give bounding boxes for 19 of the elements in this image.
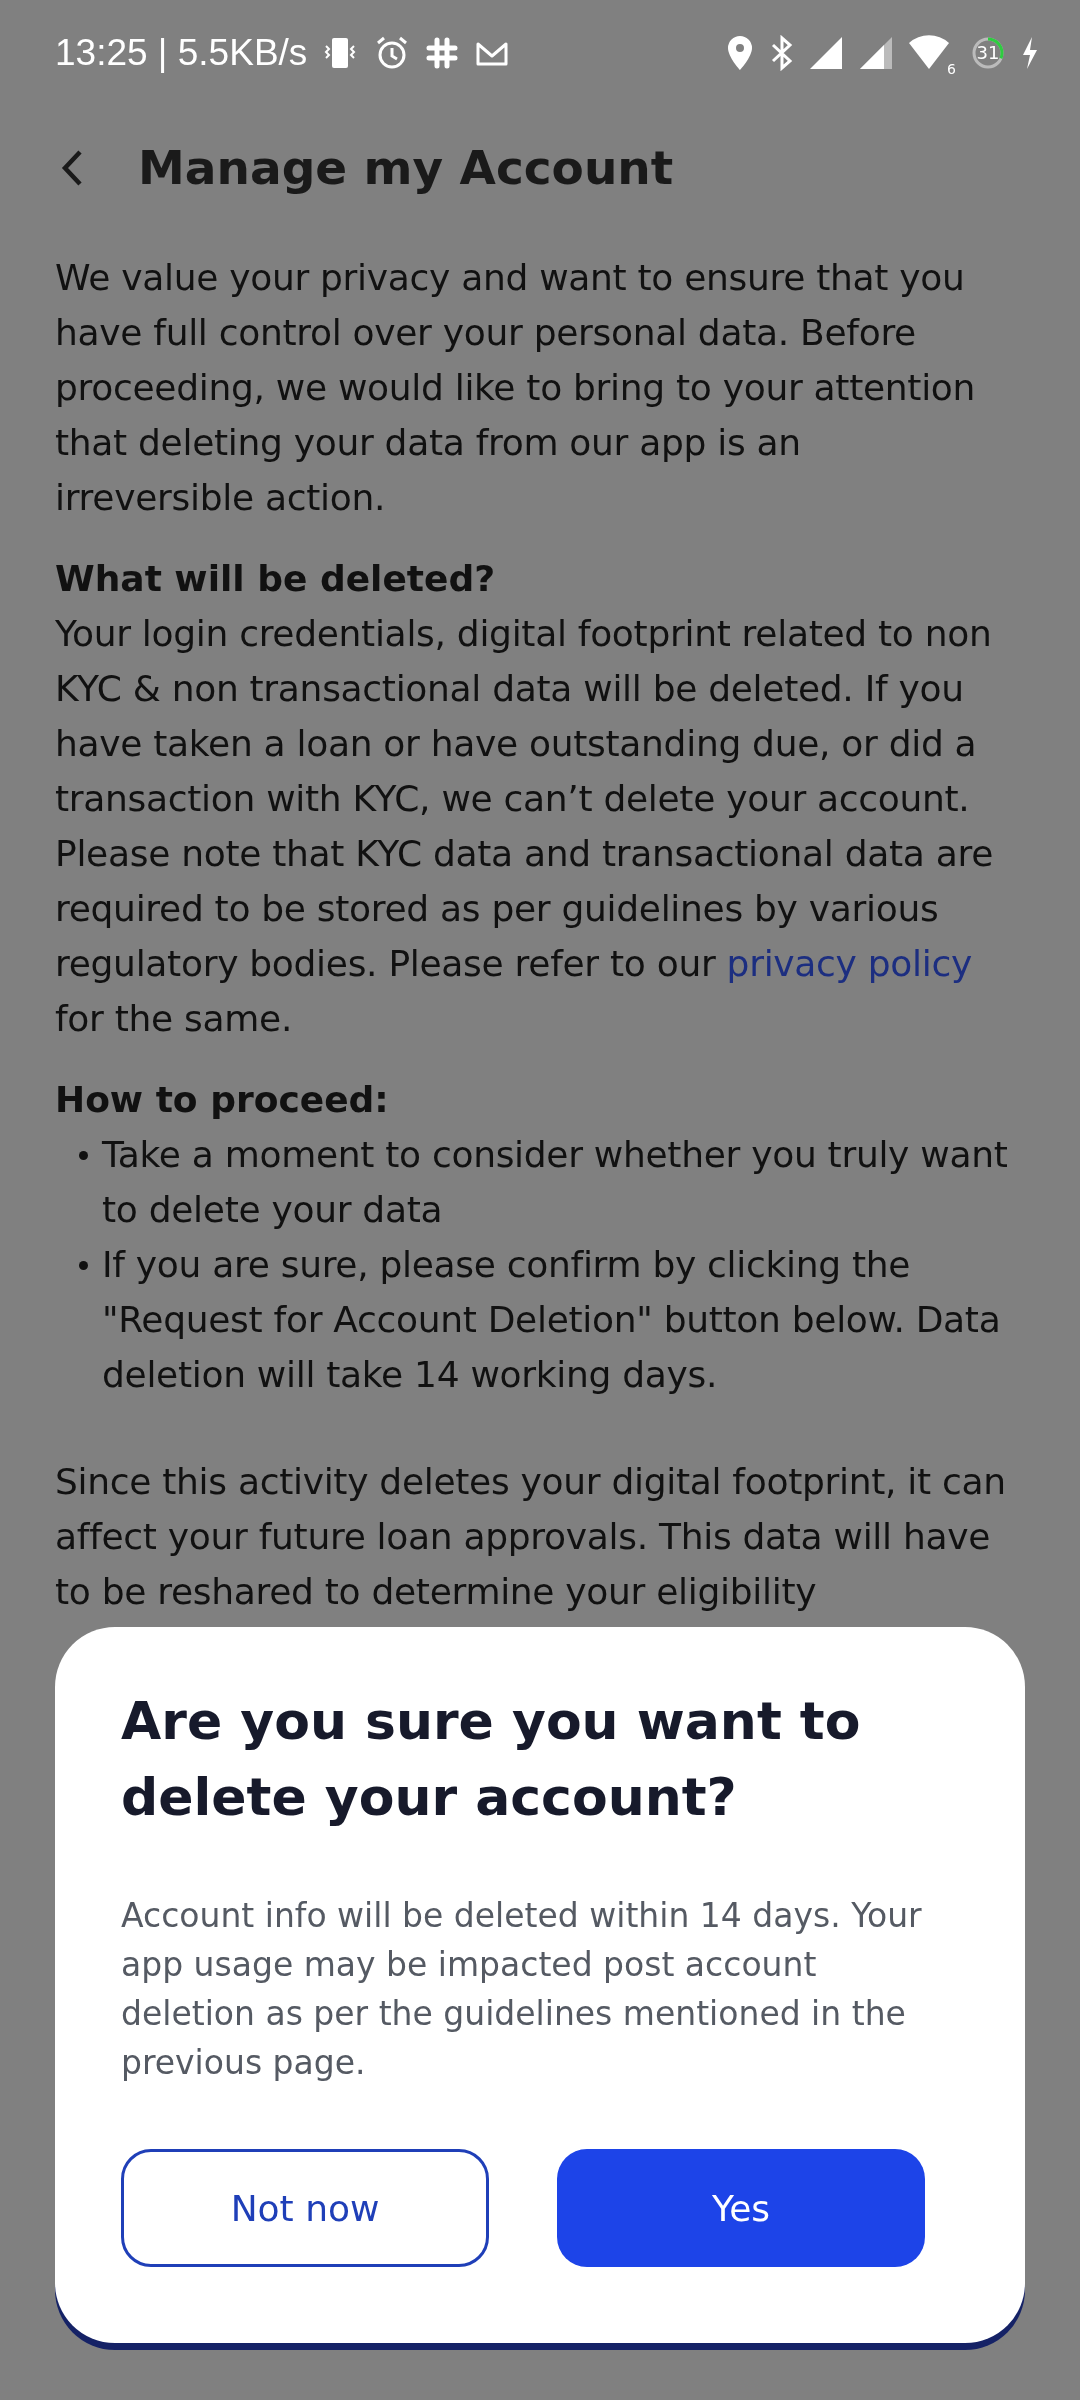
paragraph: Your login credentials, digital footprint related to non KYC & non transactional data will be deleted. If you have taken a loan or have outstanding due, or did a transaction with KYC, we can’t delete your account. Please note that KYC data and transactional data are required to be stored as per guidelines by various regulatory bodies. Please refer to our privacy policy for the same. bbox=[55, 612, 994, 1041]
bullet-text: Take a moment to consider whether you truly want to delete your data bbox=[102, 1133, 1009, 1232]
hash-icon bbox=[425, 35, 460, 70]
wifi-icon bbox=[908, 34, 950, 71]
cancel-button[interactable]: Not now bbox=[121, 2149, 490, 2267]
section-heading: What will be deleted? bbox=[55, 557, 497, 601]
bullet-icon bbox=[79, 1151, 88, 1160]
page-title: Manage my Account bbox=[138, 140, 674, 195]
status-time: 13:25 | 5.5KB/s bbox=[55, 31, 308, 74]
section-heading: How to proceed: bbox=[55, 1078, 390, 1122]
wifi-number-label: 6 bbox=[947, 60, 956, 77]
confirm-button[interactable]: Yes bbox=[557, 2149, 925, 2267]
paragraph: We value your privacy and want to ensure that you have full control over your personal data. Before proceeding, we would like to bring to your attention that deleting your data from our app is an irreversible action. bbox=[55, 256, 977, 520]
bullet-text: If you are sure, please confirm by clicking the "Request for Account Deletion" button below. Data deletion will take 14 working days. bbox=[102, 1243, 1002, 1397]
bullet-icon bbox=[79, 1261, 88, 1270]
dialog-message: Account info will be deleted within 14 days. Your app usage may be impacted post account deletion as per the guidelines mentioned in the previous page. bbox=[121, 1895, 923, 2084]
bluetooth-icon bbox=[770, 34, 794, 71]
paragraph: Since this activity deletes your digital footprint, it can affect your future loan approvals. This data will have to be reshared to determine your eligibility bbox=[55, 1460, 1007, 1614]
dialog-title: Are you sure you want to delete your account? bbox=[121, 1690, 862, 1829]
